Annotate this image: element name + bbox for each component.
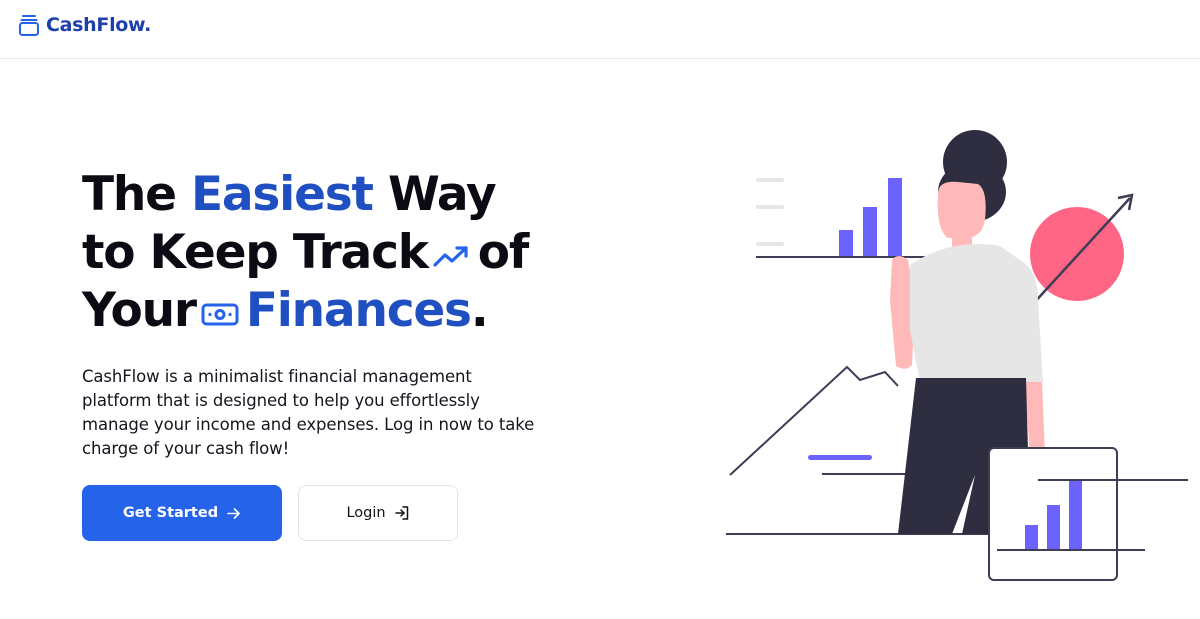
brand-logo-link[interactable]: CashFlow. [19,14,151,36]
finance-illustration [726,130,1188,581]
hero-title-line-2: to Keep Track of [82,224,602,282]
brand-name: CashFlow. [46,14,152,36]
login-button[interactable]: Login [298,485,458,541]
hero-title-line-1: The Easiest Way [82,166,602,224]
hero-title-text: Your [82,283,197,338]
hero-description: CashFlow is a minimalist financial manag… [82,367,535,458]
arrow-right-icon [227,507,240,519]
banknote-icon [201,303,239,325]
hero-title-text: of [477,225,530,280]
hero-title-accent: Easiest [190,167,374,222]
hero-title-line-3: Your Finances. [82,282,602,340]
login-label: Login [346,505,386,521]
hero-title-text: to Keep Track [82,225,429,280]
wallet-icon [19,15,39,36]
get-started-label: Get Started [122,505,219,521]
hero-title-text: Way [372,167,497,222]
navbar: CashFlow. [0,0,1200,59]
login-icon [394,506,408,520]
get-started-button[interactable]: Get Started [82,485,282,541]
trending-up-icon [433,245,468,267]
hero-title-text: The [82,167,191,222]
hero-title: The Easiest Way to Keep Track of Your Fi… [82,166,602,340]
hero-title-text: . [470,283,489,338]
hero-title-accent: Finances [245,283,472,338]
